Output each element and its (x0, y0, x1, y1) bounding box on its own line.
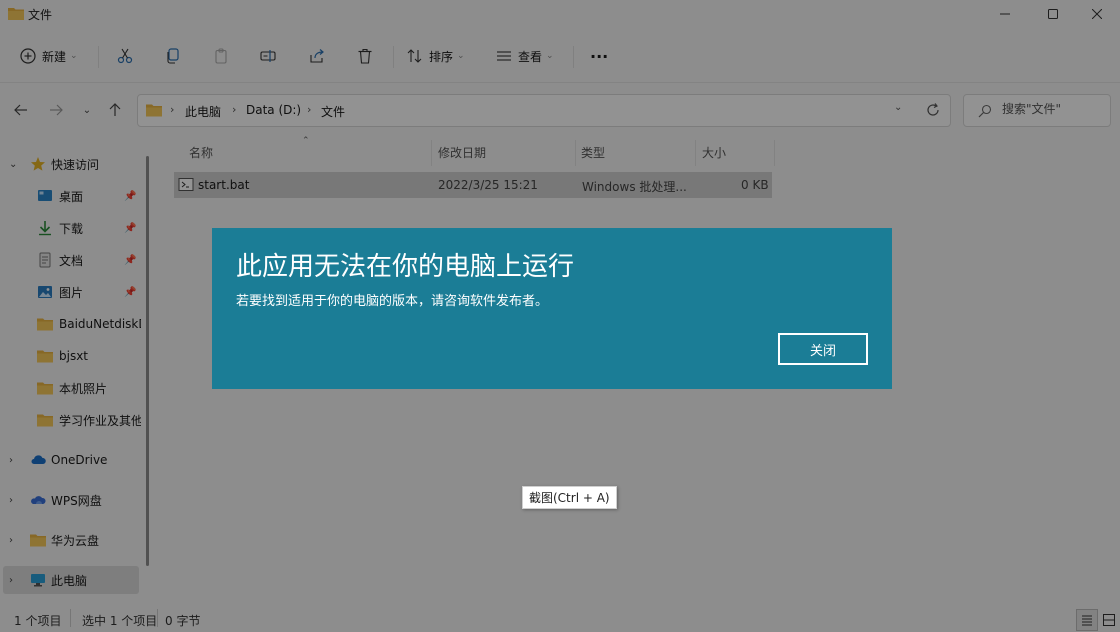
screenshot-tooltip: 截图(Ctrl + A) (522, 486, 617, 509)
dialog-message: 若要找到适用于你的电脑的版本，请咨询软件发布者。 (236, 294, 549, 309)
dialog-title: 此应用无法在你的电脑上运行 (236, 252, 575, 282)
incompatible-app-dialog: 此应用无法在你的电脑上运行 若要找到适用于你的电脑的版本，请咨询软件发布者。 关… (212, 228, 892, 389)
dialog-close-button[interactable]: 关闭 (778, 333, 868, 365)
